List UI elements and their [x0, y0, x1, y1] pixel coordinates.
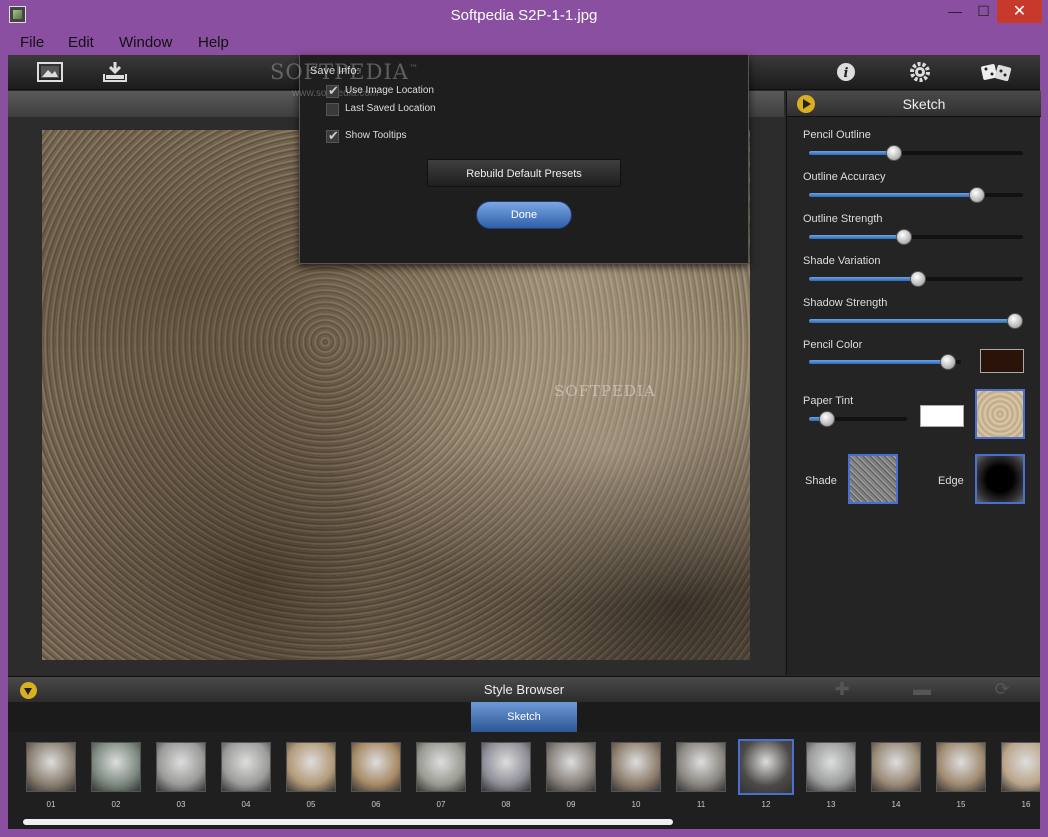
style-thumbnail[interactable]: [546, 742, 596, 792]
info-icon[interactable]: i: [834, 60, 862, 84]
done-button[interactable]: Done: [476, 201, 572, 229]
settings-icon[interactable]: [908, 60, 936, 84]
panel-header: Sketch: [787, 91, 1041, 117]
menu-file[interactable]: File: [20, 34, 44, 51]
style-thumbnail[interactable]: [91, 742, 141, 792]
style-thumbnail-number: 09: [566, 800, 576, 809]
rebuild-default-presets-button[interactable]: Rebuild Default Presets: [427, 159, 621, 187]
style-browser-header: Style Browser ✚ ▬ ⟳: [8, 676, 1040, 702]
style-thumbnail[interactable]: [611, 742, 661, 792]
style-thumbnail-number: 14: [891, 800, 901, 809]
style-thumbnail-number: 05: [306, 800, 316, 809]
style-thumbnail-number: 07: [436, 800, 446, 809]
shade-variation-slider[interactable]: [809, 271, 1023, 287]
outline-accuracy-slider[interactable]: [809, 187, 1023, 203]
dice-icon[interactable]: [980, 60, 1014, 84]
horizontal-scrollbar[interactable]: [23, 819, 673, 825]
app-window: Softpedia S2P-1-1.jpg — ☐ ✕ File Edit Wi…: [0, 0, 1048, 837]
shade-variation-label: Shade Variation: [803, 255, 881, 267]
style-thumbnail-strip: 01 02 03 04 05 06 07 08 09 10 11 12 13 14 15 16: [8, 732, 1040, 829]
style-thumbnail-number: 02: [111, 800, 121, 809]
style-thumbnail[interactable]: [1001, 742, 1040, 792]
shadow-strength-label: Shadow Strength: [803, 297, 888, 309]
style-thumbnail[interactable]: [676, 742, 726, 792]
style-thumbnail[interactable]: [481, 742, 531, 792]
style-thumbnail[interactable]: [351, 742, 401, 792]
remove-icon[interactable]: ▬: [913, 680, 931, 698]
style-thumbnail-number: 13: [826, 800, 836, 809]
pencil-color-swatch[interactable]: [980, 349, 1024, 373]
style-thumbnail-number: 06: [371, 800, 381, 809]
style-thumbnail[interactable]: [936, 742, 986, 792]
download-tray-icon[interactable]: [101, 60, 129, 84]
svg-text:i: i: [844, 66, 849, 81]
paper-tint-slider[interactable]: [809, 411, 907, 427]
last-saved-location-checkbox[interactable]: [326, 103, 339, 116]
style-thumbnail-number: 10: [631, 800, 641, 809]
image-icon[interactable]: [36, 60, 64, 84]
menu-bar: File Edit Window Help: [8, 31, 1040, 55]
menu-edit[interactable]: Edit: [68, 34, 94, 51]
style-tab-row: Sketch: [8, 702, 1040, 732]
style-thumbnail-number: 11: [696, 800, 706, 809]
paper-tint-label: Paper Tint: [803, 395, 854, 407]
menu-help[interactable]: Help: [198, 34, 229, 51]
outline-accuracy-label: Outline Accuracy: [803, 171, 886, 183]
style-thumbnail[interactable]: [26, 742, 76, 792]
show-tooltips-checkbox[interactable]: [326, 128, 339, 144]
edge-label: Edge: [938, 475, 964, 487]
title-bar: Softpedia S2P-1-1.jpg — ☐ ✕: [0, 0, 1048, 31]
shadow-strength-slider[interactable]: [809, 313, 1023, 329]
pencil-color-label: Pencil Color: [803, 339, 863, 351]
panel-title: Sketch: [902, 96, 946, 112]
style-thumbnail[interactable]: [738, 739, 794, 795]
sketch-settings-panel: Sketch Pencil Outline Outline Accuracy O…: [786, 91, 1041, 675]
shade-label: Shade: [805, 475, 837, 487]
outline-strength-slider[interactable]: [809, 229, 1023, 245]
watermark-trademark: ™: [408, 64, 419, 74]
style-thumbnail-number: 01: [46, 800, 56, 809]
style-thumbnail-number: 03: [176, 800, 186, 809]
minimize-button[interactable]: —: [940, 0, 970, 23]
last-saved-location-label: Last Saved Location: [345, 103, 436, 114]
style-thumbnail[interactable]: [286, 742, 336, 792]
style-thumbnail[interactable]: [156, 742, 206, 792]
image-watermark: SOFTPEDIA: [554, 382, 656, 400]
close-button[interactable]: ✕: [997, 0, 1042, 23]
style-thumbnail[interactable]: [871, 742, 921, 792]
pencil-outline-label: Pencil Outline: [803, 129, 871, 141]
style-thumbnail-number: 16: [1021, 800, 1031, 809]
edge-texture-thumbnail[interactable]: [975, 454, 1025, 504]
style-thumbnail-number: 15: [956, 800, 966, 809]
menu-window[interactable]: Window: [119, 34, 172, 51]
style-thumbnail-number: 12: [761, 800, 771, 809]
style-thumbnail[interactable]: [806, 742, 856, 792]
refresh-icon[interactable]: ⟳: [993, 680, 1011, 698]
pencil-color-slider[interactable]: [809, 354, 961, 370]
pencil-outline-slider[interactable]: [809, 145, 1023, 161]
use-image-location-checkbox[interactable]: [326, 83, 339, 99]
style-thumbnail[interactable]: [221, 742, 271, 792]
style-thumbnail-number: 04: [241, 800, 251, 809]
paper-tint-swatch[interactable]: [920, 405, 964, 427]
use-image-location-label: Use Image Location: [345, 85, 434, 96]
paper-texture-thumbnail[interactable]: [975, 389, 1025, 439]
shade-texture-thumbnail[interactable]: [848, 454, 898, 504]
show-tooltips-label: Show Tooltips: [345, 130, 407, 141]
add-icon[interactable]: ✚: [833, 680, 851, 698]
preferences-dialog: SOFTPEDIA™ www.softpedia.com Save Info: …: [270, 55, 749, 264]
style-browser-title: Style Browser: [483, 682, 565, 697]
maximize-button[interactable]: ☐: [970, 0, 997, 23]
tab-sketch[interactable]: Sketch: [471, 702, 577, 732]
window-title: Softpedia S2P-1-1.jpg: [450, 7, 598, 24]
style-thumbnail[interactable]: [416, 742, 466, 792]
outline-strength-label: Outline Strength: [803, 213, 883, 225]
save-info-label: Save Info:: [310, 65, 360, 77]
style-thumbnail-number: 08: [501, 800, 511, 809]
